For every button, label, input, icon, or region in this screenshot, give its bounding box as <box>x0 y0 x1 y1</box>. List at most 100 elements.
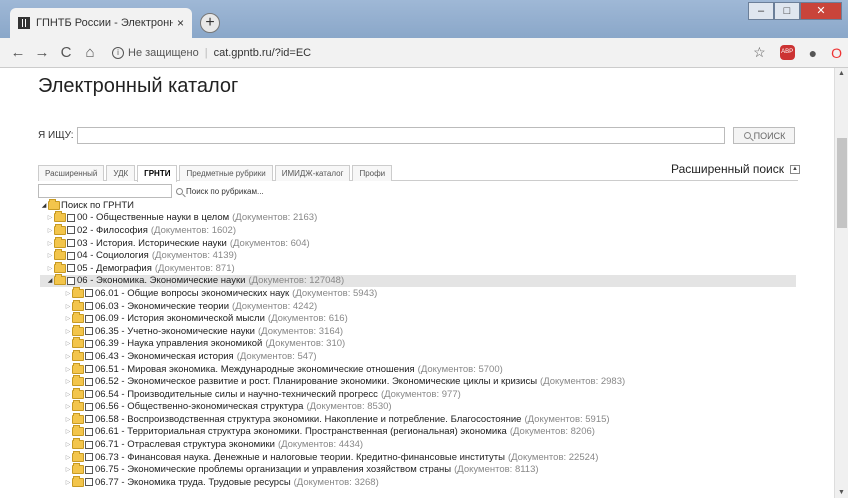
reload-icon[interactable]: C <box>56 44 76 61</box>
catalog-tab[interactable]: Предметные рубрики <box>179 165 273 181</box>
tree-checkbox[interactable] <box>85 440 93 449</box>
page-scrollbar[interactable]: ▲ ▼ <box>834 68 848 498</box>
expand-arrow-icon[interactable]: ▷ <box>46 240 54 247</box>
expand-arrow-icon[interactable]: ▷ <box>64 366 72 373</box>
tree-checkbox[interactable] <box>85 365 93 374</box>
minimize-button[interactable]: – <box>748 2 774 20</box>
tab-close-icon[interactable]: × <box>177 16 184 30</box>
forward-icon[interactable]: → <box>32 44 52 61</box>
tree-root[interactable]: ◢ Поиск по ГРНТИ <box>40 198 796 212</box>
tree-checkbox[interactable] <box>85 453 93 462</box>
tree-checkbox[interactable] <box>85 339 93 348</box>
expand-arrow-icon[interactable]: ▷ <box>64 403 72 410</box>
tree-checkbox[interactable] <box>67 276 75 285</box>
expand-arrow-icon[interactable]: ▷ <box>46 214 54 221</box>
tree-row[interactable]: ▷ 06.43 - Экономическая история (Документо… <box>40 349 796 363</box>
tree-checkbox[interactable] <box>67 226 75 235</box>
collapse-arrow-icon[interactable]: ◢ <box>46 277 54 284</box>
tree-row[interactable]: ▷ 06.01 - Общие вопросы экономических нау… <box>40 286 796 300</box>
expand-arrow-icon[interactable]: ▷ <box>64 479 72 486</box>
expand-arrow-icon[interactable]: ▷ <box>64 466 72 473</box>
tree-row[interactable]: ▷ 06.54 - Производительные силы и научно-… <box>40 387 796 401</box>
tree-row[interactable]: ▷ 06.73 - Финансовая наука. Денежные и на… <box>40 450 796 464</box>
expand-arrow-icon[interactable]: ▷ <box>64 340 72 347</box>
tree-row[interactable]: ▷ 05 - Демография (Документов: 871) <box>40 261 796 275</box>
expand-arrow-icon[interactable]: ▷ <box>64 391 72 398</box>
tree-checkbox[interactable] <box>85 377 93 386</box>
tree-checkbox[interactable] <box>85 390 93 399</box>
tree-checkbox[interactable] <box>85 302 93 311</box>
search-button[interactable]: ПОИСК <box>733 127 796 144</box>
tree-checkbox[interactable] <box>67 251 75 260</box>
profile-icon[interactable]: ● <box>809 45 817 61</box>
tree-row[interactable]: ▷ 03 - История. Исторические науки (Докуме… <box>40 236 796 250</box>
back-icon[interactable]: ← <box>8 44 28 61</box>
catalog-tab[interactable]: ИМИДЖ-каталог <box>274 165 351 181</box>
close-window-button[interactable]: ✕ <box>800 2 842 20</box>
rubric-search-button[interactable]: Поиск по рубрикам... <box>176 187 264 196</box>
tree-checkbox[interactable] <box>85 478 93 487</box>
expand-arrow-icon[interactable]: ▷ <box>64 303 72 310</box>
expand-arrow-icon[interactable]: ▷ <box>64 428 72 435</box>
tree-row[interactable]: ▷ 00 - Общественные науки в целом (Докумен… <box>40 211 796 225</box>
tree-checkbox[interactable] <box>85 352 93 361</box>
tree-row[interactable]: ▷ 06.35 - Учетно-экономические науки (Доку… <box>40 324 796 338</box>
expand-arrow-icon[interactable]: ▷ <box>64 328 72 335</box>
bookmark-star-icon[interactable]: ☆ <box>753 44 766 61</box>
rubric-search-input[interactable] <box>38 184 172 198</box>
url-text[interactable]: cat.gpntb.ru/?id=EC <box>214 47 312 59</box>
tree-row[interactable]: ▷ 06.09 - История экономической мысли (Док… <box>40 312 796 325</box>
tree-checkbox[interactable] <box>85 415 93 424</box>
tree-row[interactable]: ▷ 06.52 - Экономическое развитие и рост. … <box>40 375 796 388</box>
catalog-tab[interactable]: УДК <box>106 165 136 181</box>
tree-checkbox[interactable] <box>85 427 93 436</box>
expand-arrow-icon[interactable]: ▷ <box>64 315 72 322</box>
scrollbar-thumb[interactable] <box>837 138 847 228</box>
scroll-up-icon[interactable]: ▲ <box>838 70 845 77</box>
expand-arrow-icon[interactable]: ▷ <box>46 265 54 272</box>
expand-arrow-icon[interactable]: ▷ <box>64 290 72 297</box>
tree-checkbox[interactable] <box>85 402 93 411</box>
expand-arrow-icon[interactable]: ▷ <box>46 252 54 259</box>
expand-arrow-icon[interactable]: ◢ <box>40 202 48 209</box>
tree-checkbox[interactable] <box>67 239 75 248</box>
tree-row[interactable]: ▷ 06.03 - Экономические теории (Документов… <box>40 299 796 313</box>
tree-row[interactable]: ▷ 06.58 - Воспроизводственная структура э… <box>40 412 796 426</box>
rubric-search-label: Поиск по рубрикам... <box>186 186 264 196</box>
tree-checkbox[interactable] <box>85 465 93 474</box>
adblock-icon[interactable]: ABP <box>779 45 795 60</box>
tree-checkbox[interactable] <box>85 314 93 323</box>
address-bar[interactable]: i Не защищено | cat.gpntb.ru/?id=EC <box>112 46 812 59</box>
info-icon[interactable]: i <box>112 46 124 59</box>
expand-arrow-icon[interactable]: ▷ <box>64 353 72 360</box>
catalog-tab[interactable]: Профи <box>352 165 393 181</box>
tree-row[interactable]: ▷ 02 - Философия (Документов: 1602) <box>40 223 796 237</box>
opera-icon[interactable]: O <box>831 45 842 61</box>
tree-row[interactable]: ▷ 06.56 - Общественно-экономическая струк… <box>40 400 796 414</box>
expand-arrow-icon[interactable]: ▷ <box>64 454 72 461</box>
tree-row[interactable]: ▷ 06.75 - Экономические проблемы организа… <box>40 463 796 476</box>
tree-checkbox[interactable] <box>67 213 75 222</box>
tree-row[interactable]: ◢ 06 - Экономика. Экономические науки (Док… <box>40 274 796 288</box>
catalog-tab[interactable]: ГРНТИ <box>137 165 178 182</box>
tree-row[interactable]: ▷ 06.61 - Территориальная структура эконо… <box>40 425 796 439</box>
expand-arrow-icon[interactable]: ▷ <box>64 416 72 423</box>
tree-checkbox[interactable] <box>85 289 93 298</box>
new-tab-button[interactable]: + <box>200 13 220 33</box>
tree-row[interactable]: ▷ 06.39 - Наука управления экономикой (Док… <box>40 337 796 351</box>
scroll-down-icon[interactable]: ▼ <box>838 489 845 496</box>
tree-row[interactable]: ▷ 06.51 - Мировая экономика. Международны… <box>40 362 796 376</box>
expand-arrow-icon[interactable]: ▷ <box>64 378 72 385</box>
tree-row[interactable]: ▷ 06.77 - Экономика труда. Трудовые ресур… <box>40 475 796 489</box>
home-icon[interactable]: ⌂ <box>80 44 100 61</box>
expand-arrow-icon[interactable]: ▷ <box>46 227 54 234</box>
search-input[interactable] <box>77 127 726 144</box>
tree-checkbox[interactable] <box>85 327 93 336</box>
tree-row[interactable]: ▷ 04 - Социология (Документов: 4139) <box>40 249 796 262</box>
browser-tab[interactable]: ГПНТБ России - Электронный к × <box>10 8 192 38</box>
tree-checkbox[interactable] <box>67 264 75 273</box>
maximize-button[interactable]: □ <box>774 2 800 20</box>
tree-row[interactable]: ▷ 06.71 - Отраслевая структура экономики(… <box>40 438 796 451</box>
catalog-tab[interactable]: Расширенный <box>38 165 105 181</box>
expand-arrow-icon[interactable]: ▷ <box>64 441 72 448</box>
